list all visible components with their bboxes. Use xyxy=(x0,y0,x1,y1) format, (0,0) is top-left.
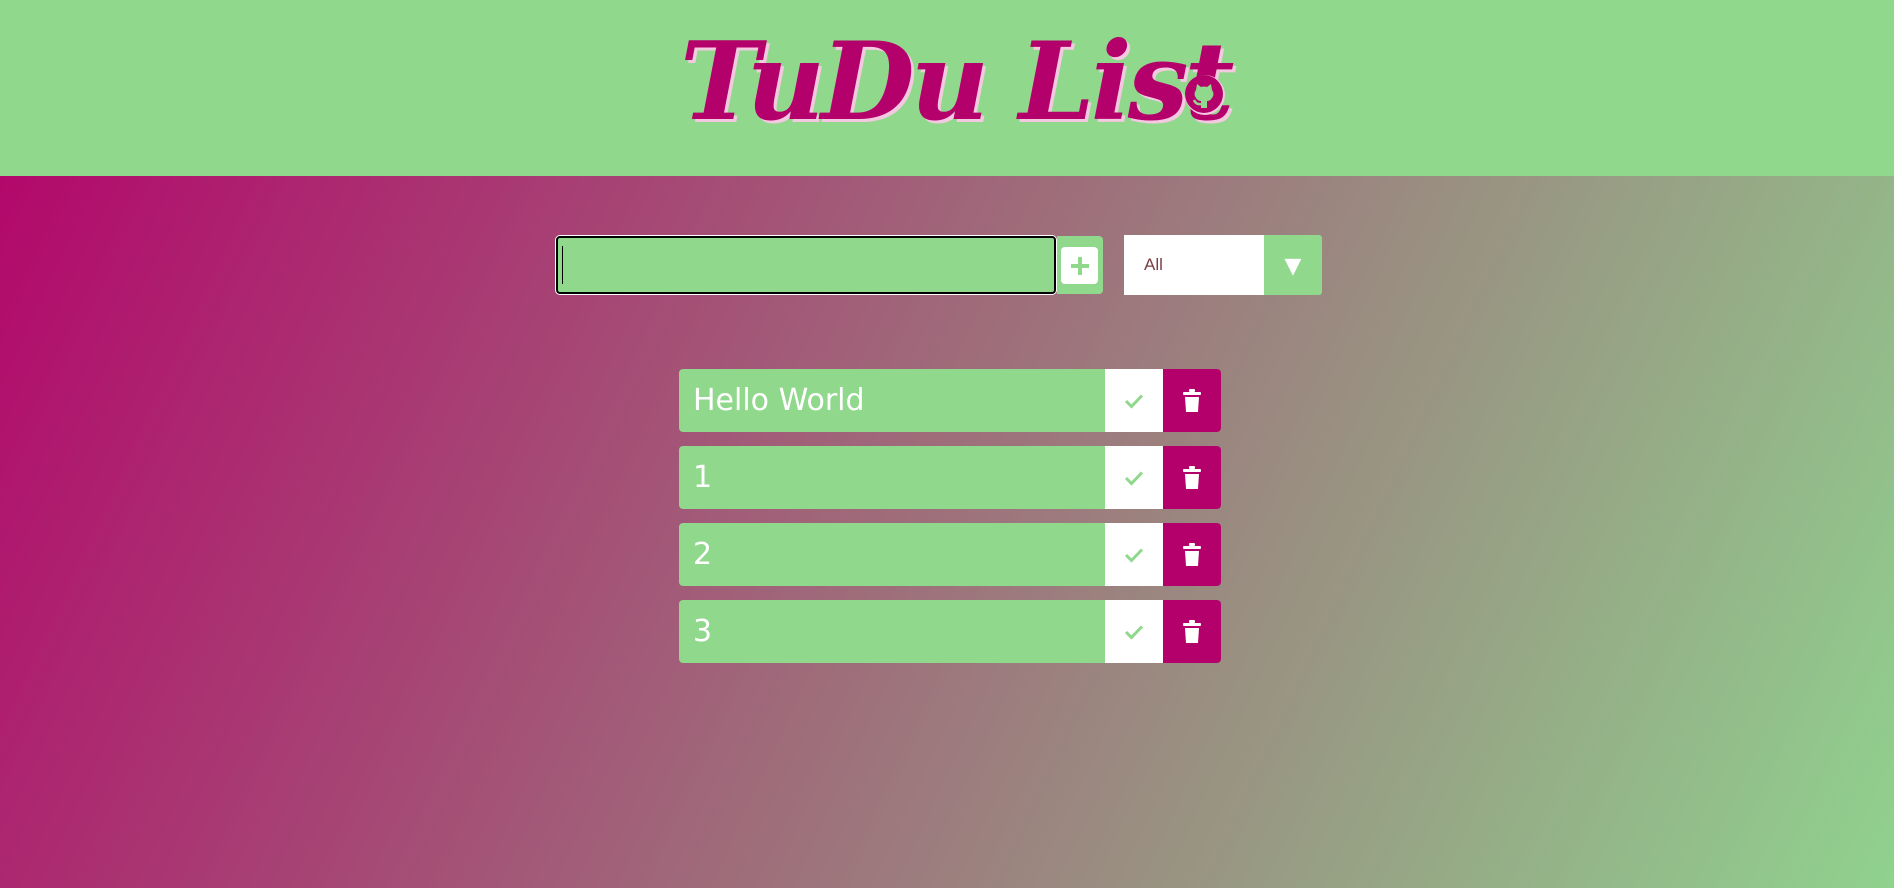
delete-button[interactable] xyxy=(1163,600,1221,663)
todo-item: 3 xyxy=(679,600,1221,663)
trash-icon xyxy=(1183,388,1201,412)
check-icon xyxy=(1124,470,1144,486)
todo-item: Hello World xyxy=(679,369,1221,432)
todo-item: 1 xyxy=(679,446,1221,509)
trash-icon xyxy=(1183,465,1201,489)
plus-icon xyxy=(1061,247,1098,284)
delete-button[interactable] xyxy=(1163,523,1221,586)
todo-text: 3 xyxy=(693,614,713,649)
add-todo-button[interactable] xyxy=(1057,236,1103,294)
filter-select[interactable]: All ▼ xyxy=(1124,235,1322,295)
page-title: TuDu List xyxy=(680,19,1234,145)
text-caret xyxy=(562,246,563,284)
complete-button[interactable] xyxy=(1105,369,1163,432)
trash-icon xyxy=(1183,542,1201,566)
chevron-down-icon: ▼ xyxy=(1264,235,1322,295)
check-icon xyxy=(1124,393,1144,409)
filter-selected-value: All xyxy=(1124,235,1264,295)
app-header: TuDu List xyxy=(0,0,1894,176)
todo-text: 1 xyxy=(693,460,713,495)
trash-icon xyxy=(1183,619,1201,643)
delete-button[interactable] xyxy=(1163,446,1221,509)
github-icon[interactable] xyxy=(1184,74,1226,116)
complete-button[interactable] xyxy=(1105,523,1163,586)
todo-text: Hello World xyxy=(693,383,865,418)
complete-button[interactable] xyxy=(1105,600,1163,663)
todo-text: 2 xyxy=(693,537,713,572)
check-icon xyxy=(1124,624,1144,640)
delete-button[interactable] xyxy=(1163,369,1221,432)
todo-item: 2 xyxy=(679,523,1221,586)
check-icon xyxy=(1124,547,1144,563)
complete-button[interactable] xyxy=(1105,446,1163,509)
todo-input[interactable] xyxy=(556,236,1056,294)
todo-list: Hello World 1 2 3 xyxy=(679,369,1221,677)
